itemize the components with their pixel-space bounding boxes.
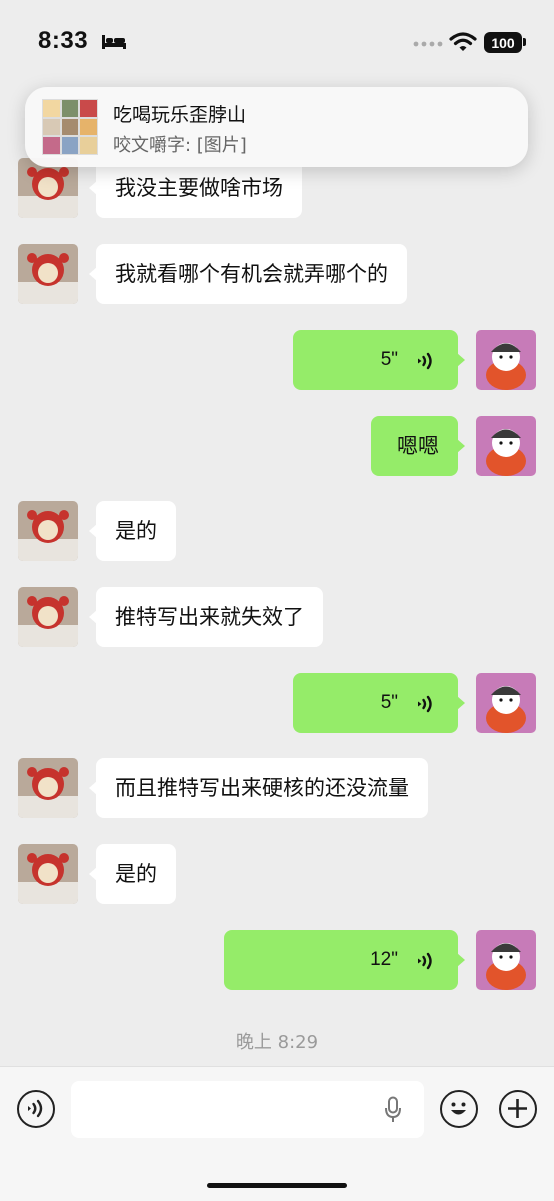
contact-avatar[interactable] (18, 587, 78, 647)
voice-duration: 12" (370, 949, 398, 970)
voice-wave-icon (418, 352, 432, 370)
message-bubble-incoming[interactable]: 而且推特写出来硬核的还没流量 (89, 758, 428, 818)
my-avatar[interactable] (476, 330, 536, 390)
message-text: 而且推特写出来硬核的还没流量 (115, 776, 409, 800)
message-text: 我没主要做啥市场 (115, 176, 283, 200)
message-bubble-incoming[interactable]: 是的 (89, 501, 176, 561)
battery-level: 100 (491, 34, 515, 51)
voice-mode-button[interactable] (17, 1090, 55, 1128)
message-timestamp: 晚上 8:29 (235, 1032, 319, 1053)
group-avatar (42, 99, 98, 155)
my-avatar[interactable] (476, 416, 536, 476)
signal-dots-icon (413, 41, 443, 47)
voice-wave-icon (418, 952, 432, 970)
sleep-focus-icon (102, 35, 126, 49)
message-text: 是的 (115, 862, 157, 886)
my-avatar[interactable] (476, 673, 536, 733)
contact-avatar[interactable] (18, 501, 78, 561)
message-bubble-incoming[interactable]: 推特写出来就失效了 (89, 587, 323, 647)
notification-preview: 咬文嚼字: [图片] (113, 135, 247, 156)
emoji-icon (451, 1102, 466, 1115)
voice-wave-icon (418, 695, 432, 713)
voice-message-bubble[interactable]: 5" (293, 330, 465, 390)
message-text: 嗯嗯 (397, 434, 439, 458)
voice-message-bubble[interactable]: 12" (224, 930, 465, 990)
notification-banner[interactable]: 吃喝玩乐歪脖山 咬文嚼字: [图片] (25, 87, 528, 167)
plus-icon (508, 1099, 527, 1118)
more-button[interactable] (499, 1090, 537, 1128)
voice-duration: 5" (380, 692, 398, 713)
battery-nub (523, 38, 526, 46)
contact-avatar[interactable] (18, 244, 78, 304)
message-bubble-incoming[interactable]: 我就看哪个有机会就弄哪个的 (89, 244, 407, 304)
message-bubble-incoming[interactable]: 是的 (89, 844, 176, 904)
wifi-icon (449, 32, 477, 51)
message-input[interactable] (71, 1081, 424, 1138)
status-time: 8:33 (38, 27, 89, 54)
home-indicator (207, 1183, 347, 1188)
contact-avatar[interactable] (18, 158, 78, 218)
message-text: 是的 (115, 519, 157, 543)
contact-avatar[interactable] (18, 844, 78, 904)
status-bar: 8:33 100 (0, 0, 554, 86)
input-bar (0, 1066, 554, 1201)
message-text: 我就看哪个有机会就弄哪个的 (115, 262, 388, 286)
my-avatar[interactable] (476, 930, 536, 990)
battery-indicator: 100 (484, 32, 522, 53)
emoji-button[interactable] (440, 1090, 478, 1128)
notification-title: 吃喝玩乐歪脖山 (113, 104, 247, 126)
message-text: 推特写出来就失效了 (115, 605, 304, 629)
microphone-icon[interactable] (384, 1096, 402, 1124)
voice-mode-icon (28, 1099, 43, 1118)
message-bubble-outgoing[interactable]: 嗯嗯 (371, 416, 465, 476)
voice-message-bubble[interactable]: 5" (293, 673, 465, 733)
contact-avatar[interactable] (18, 758, 78, 818)
voice-duration: 5" (380, 349, 398, 370)
message-bubble-incoming[interactable]: 我没主要做啥市场 (89, 158, 302, 218)
